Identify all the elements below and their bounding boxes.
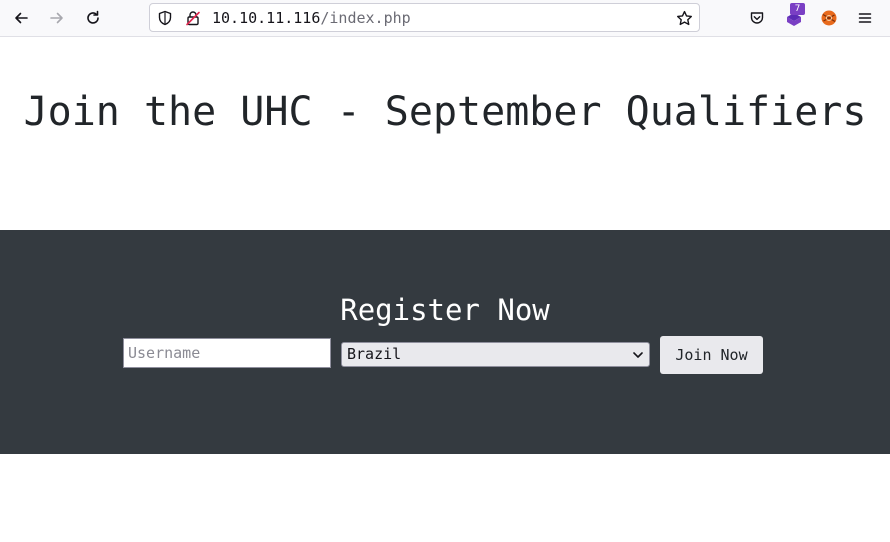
url-text[interactable]: 10.10.11.116/index.php xyxy=(212,9,411,27)
url-host: 10.10.11.116 xyxy=(212,9,321,27)
register-section: Register Now Brazil Join Now xyxy=(0,230,890,454)
hamburger-menu-icon xyxy=(858,13,872,23)
country-select[interactable]: Brazil xyxy=(341,342,650,367)
reload-icon xyxy=(87,10,99,24)
addon-ball-icon xyxy=(821,10,837,26)
addon-button[interactable] xyxy=(816,6,842,30)
username-input[interactable] xyxy=(123,338,331,368)
url-path: /index.php xyxy=(320,9,411,27)
page-content: Join the UHC - September Qualifiers Regi… xyxy=(0,37,890,542)
chevron-down-icon xyxy=(633,352,643,358)
forward-arrow-icon xyxy=(50,12,63,24)
app-menu-button[interactable] xyxy=(852,6,878,30)
register-heading: Register Now xyxy=(340,293,550,327)
pocket-button[interactable] xyxy=(744,6,770,30)
back-button[interactable] xyxy=(8,6,34,30)
tracking-protection-shield-icon[interactable] xyxy=(157,10,173,26)
join-now-button[interactable]: Join Now xyxy=(660,336,763,374)
insecure-lock-icon[interactable] xyxy=(185,10,201,26)
country-selected-value: Brazil xyxy=(347,345,402,363)
back-arrow-icon xyxy=(15,12,28,24)
address-bar[interactable]: 10.10.11.116/index.php xyxy=(149,3,700,32)
forward-button[interactable] xyxy=(44,6,70,30)
extension-badge: 7 xyxy=(790,3,805,15)
pocket-icon xyxy=(750,12,764,24)
browser-toolbar: 10.10.11.116/index.php 7 xyxy=(0,0,890,37)
reload-button[interactable] xyxy=(80,6,106,30)
page-title: Join the UHC - September Qualifiers xyxy=(23,89,867,135)
bookmark-star-icon[interactable] xyxy=(676,10,693,27)
